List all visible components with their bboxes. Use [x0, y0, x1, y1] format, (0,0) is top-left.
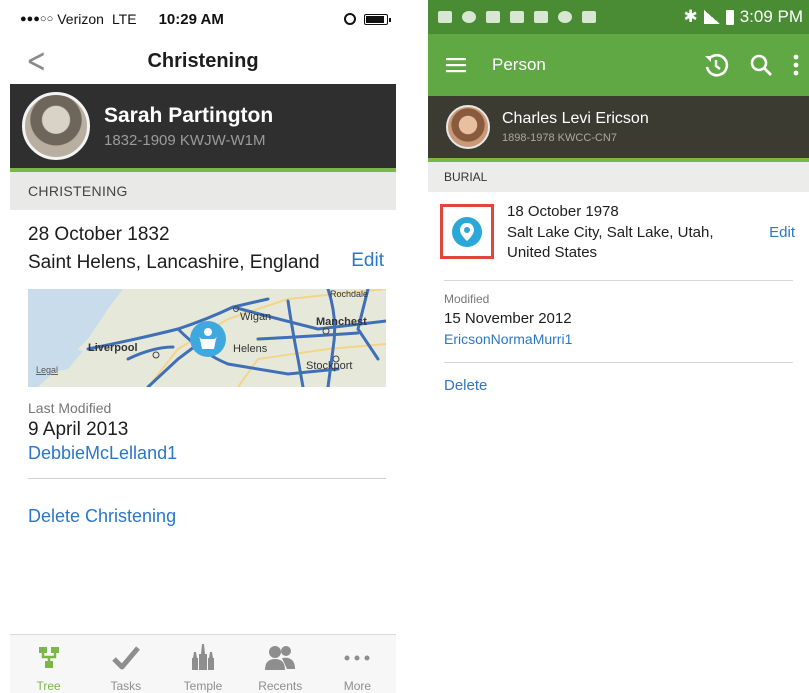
- map-label-helens: Helens: [233, 343, 268, 355]
- tab-label: Recents: [258, 679, 303, 693]
- tab-label: More: [343, 679, 372, 693]
- person-name: Charles Levi Ericson: [502, 110, 649, 127]
- more-dots-icon: [344, 655, 370, 661]
- map-label-rochdale: Rochdale: [330, 289, 368, 299]
- bluetooth-icon: ✱: [683, 7, 698, 26]
- tab-temple[interactable]: Temple: [164, 635, 241, 693]
- person-lifespan-id: 1832-1909 KWJW-W1M: [104, 131, 266, 149]
- battery-icon: [364, 13, 391, 25]
- ios-screen: ●●●○○ Verizon LTE 10:29 AM < Christening…: [10, 0, 396, 693]
- overflow-menu-icon[interactable]: [793, 54, 799, 76]
- linkedin-notification-icon: [534, 11, 548, 23]
- divider: [444, 362, 793, 363]
- modified-date: 9 April 2013: [28, 419, 129, 440]
- tab-label: Tasks: [110, 679, 142, 693]
- event-details: 18 October 1978 Salt Lake City, Salt Lak…: [428, 192, 809, 278]
- tab-tree[interactable]: Tree: [10, 635, 87, 693]
- tab-tasks[interactable]: Tasks: [87, 635, 164, 693]
- section-header: CHRISTENING: [10, 172, 396, 210]
- modified-by-link[interactable]: DebbieMcLelland1: [28, 443, 386, 464]
- map-legal-link: Legal: [36, 365, 58, 375]
- people-icon: [265, 646, 296, 670]
- wifi-notification-icon: [558, 11, 572, 23]
- ios-status-bar: ●●●○○ Verizon LTE 10:29 AM: [10, 0, 396, 38]
- event-date: 18 October 1978: [507, 203, 619, 220]
- status-time: 10:29 AM: [158, 10, 224, 28]
- calendar-notification-icon: [582, 11, 596, 23]
- app-toolbar: Person: [428, 34, 809, 96]
- map-marker-highlight[interactable]: [440, 204, 494, 259]
- tab-recents[interactable]: Recents: [242, 635, 319, 693]
- tab-more[interactable]: More: [319, 635, 396, 693]
- edit-button[interactable]: Edit: [769, 224, 795, 241]
- alarm-icon: [344, 13, 356, 25]
- status-time: 3:09 PM: [739, 7, 803, 26]
- person-header[interactable]: Charles Levi Ericson 1898-1978 KWCC-CN7: [428, 96, 809, 162]
- map-graphic: Wigan Manchest Liverpool Helens Stockpor…: [28, 289, 386, 387]
- person-name: Sarah Partington: [104, 103, 274, 127]
- tab-bar: Tree Tasks Temple Recents More: [10, 634, 396, 693]
- ios-nav-bar: < Christening: [10, 38, 396, 84]
- event-place: Saint Helens, Lancashire, England: [28, 252, 320, 273]
- event-map[interactable]: Wigan Manchest Liverpool Helens Stockpor…: [28, 289, 386, 387]
- divider: [28, 478, 386, 479]
- person-header[interactable]: Sarah Partington 1832-1909 KWJW-W1M: [10, 84, 396, 172]
- map-marker-icon: [452, 216, 482, 247]
- network-type-label: LTE: [111, 11, 137, 27]
- modified-date: 15 November 2012: [444, 310, 572, 327]
- hamburger-menu-icon[interactable]: [446, 57, 466, 73]
- photo-notification-icon: [510, 11, 524, 23]
- tree-icon: [38, 647, 59, 668]
- delete-button[interactable]: Delete: [444, 377, 487, 394]
- search-icon[interactable]: [749, 53, 773, 77]
- modified-info: Modified 15 November 2012 EricsonNormaMu…: [444, 292, 572, 347]
- temple-icon: [192, 644, 214, 670]
- edit-button[interactable]: Edit: [351, 250, 384, 272]
- event-date: 28 October 1832: [28, 224, 170, 245]
- signal-bars-icon: [703, 10, 720, 24]
- tab-label: Tree: [36, 679, 61, 693]
- android-status-bar: ✱ 3:09 PM: [428, 0, 809, 34]
- section-header: BURIAL: [428, 162, 809, 192]
- map-label-stockport: Stockport: [306, 360, 352, 372]
- back-chevron-icon[interactable]: <: [26, 44, 46, 78]
- tab-label: Temple: [183, 679, 223, 693]
- map-label-wigan: Wigan: [240, 311, 271, 323]
- modified-info: Last Modified 9 April 2013 DebbieMcLella…: [28, 400, 386, 464]
- map-label-liverpool: Liverpool: [88, 342, 138, 354]
- signal-strength-icon: ●●●○○: [20, 13, 54, 25]
- map-label-manchester: Manchest: [316, 316, 367, 328]
- person-lifespan-id: 1898-1978 KWCC-CN7: [502, 132, 617, 144]
- divider: [444, 280, 793, 281]
- event-place: Salt Lake City, Salt Lake, Utah, United …: [507, 224, 714, 261]
- voicemail-notification-icon: [462, 11, 476, 23]
- carrier-label: Verizon: [57, 11, 104, 27]
- page-title: Christening: [147, 49, 259, 72]
- checkmark-icon: [112, 646, 140, 670]
- avatar: [22, 92, 90, 160]
- message-notification-icon: [438, 11, 452, 23]
- battery-icon: [725, 9, 734, 25]
- history-icon[interactable]: [703, 52, 729, 78]
- android-screen: ✱ 3:09 PM Person Charles Levi Ericson 18…: [428, 0, 809, 693]
- toolbar-title: Person: [492, 55, 546, 74]
- modified-label: Last Modified: [28, 400, 112, 416]
- slack-notification-icon: [486, 11, 500, 23]
- avatar: [446, 105, 490, 149]
- modified-by-link[interactable]: EricsonNormaMurri1: [444, 331, 572, 347]
- modified-label: Modified: [444, 292, 490, 306]
- delete-christening-button[interactable]: Delete Christening: [28, 506, 176, 527]
